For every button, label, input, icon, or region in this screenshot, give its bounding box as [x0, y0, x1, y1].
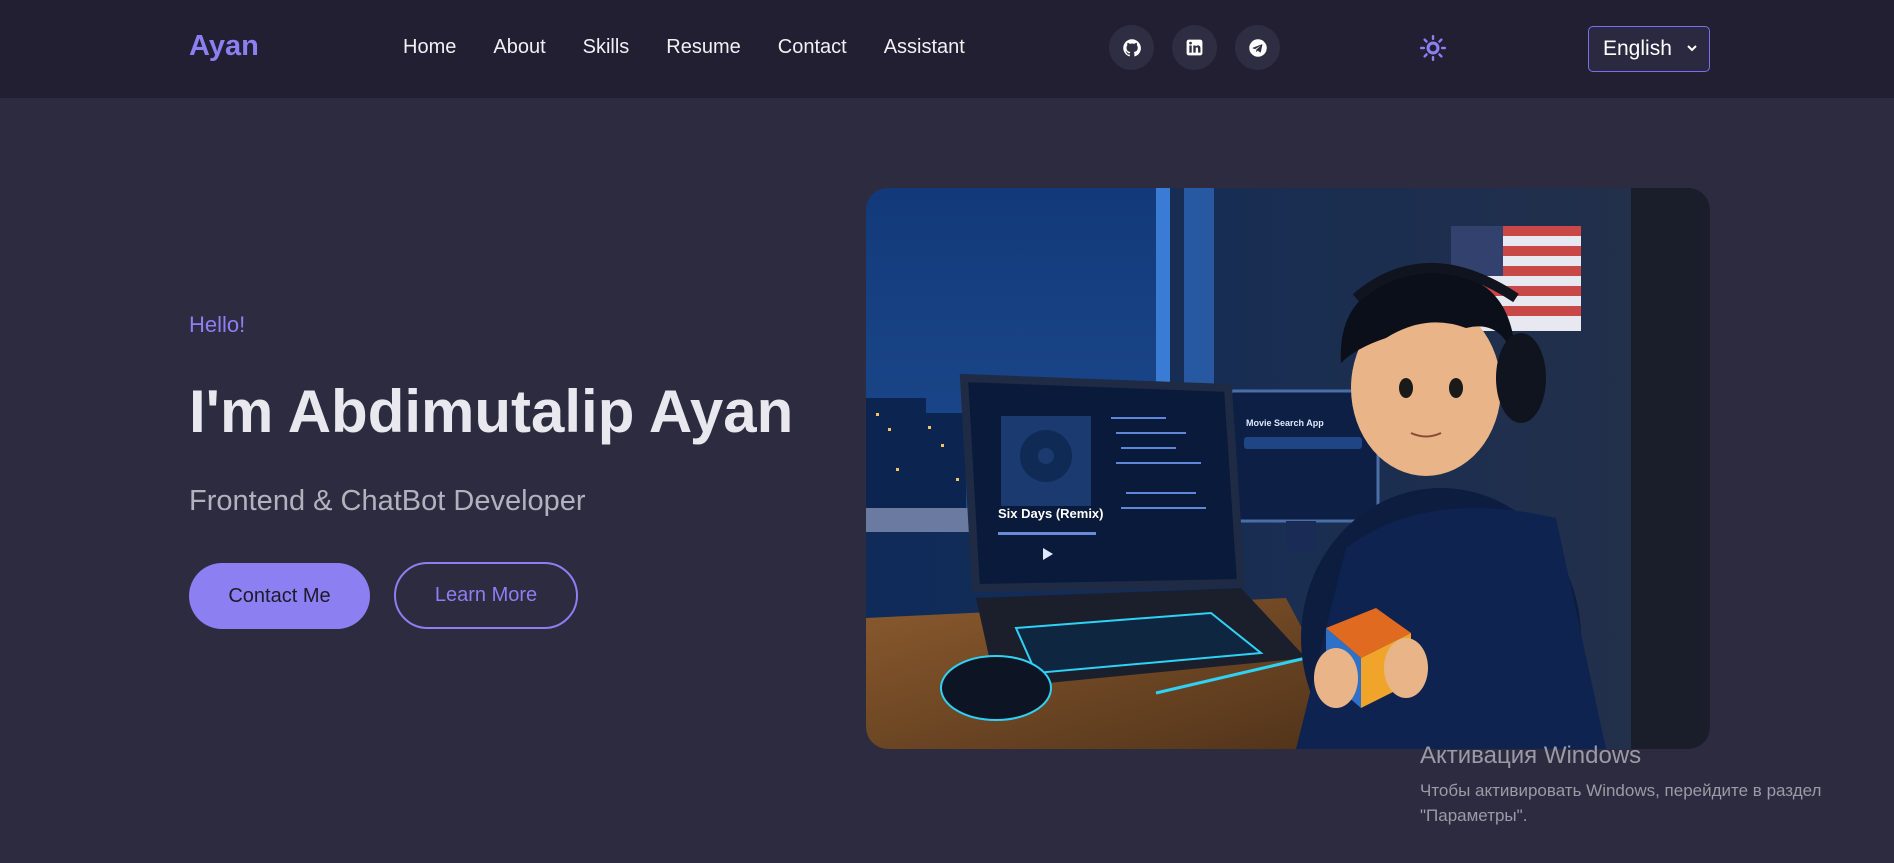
nav-about[interactable]: About	[493, 36, 545, 59]
site-logo[interactable]: Ayan	[189, 30, 259, 63]
telegram-icon	[1248, 38, 1267, 57]
language-value: English	[1603, 37, 1672, 60]
telegram-button[interactable]	[1235, 25, 1280, 70]
site-header: Ayan Home About Skills Resume Contact As…	[0, 0, 1894, 98]
nav-assistant[interactable]: Assistant	[884, 36, 965, 59]
hero-title: I'm Abdimutalip Ayan	[189, 378, 794, 445]
language-select[interactable]: English	[1588, 26, 1710, 72]
monitor-app-title: Movie Search App	[1246, 418, 1324, 428]
developer-illustration: Movie Search App Six Days (Remix)	[866, 188, 1710, 749]
linkedin-icon	[1186, 39, 1203, 56]
watermark-title: Активация Windows	[1420, 742, 1642, 769]
hero-illustration: Movie Search App Six Days (Remix)	[866, 188, 1710, 749]
nav-skills[interactable]: Skills	[583, 36, 630, 59]
nav-resume[interactable]: Resume	[666, 36, 740, 59]
learn-more-button[interactable]: Learn More	[394, 562, 578, 629]
chevron-down-icon	[1687, 45, 1697, 52]
github-button[interactable]	[1109, 25, 1154, 70]
main-nav: Home About Skills Resume Contact Assista…	[403, 36, 1002, 59]
hero-greeting: Hello!	[189, 312, 246, 337]
sun-icon	[1420, 35, 1446, 61]
github-icon	[1122, 38, 1141, 56]
hero-subtitle: Frontend & ChatBot Developer	[189, 485, 586, 517]
music-track-title: Six Days (Remix)	[998, 506, 1104, 521]
theme-toggle[interactable]	[1419, 34, 1447, 62]
nav-contact[interactable]: Contact	[778, 36, 847, 59]
nav-home[interactable]: Home	[403, 36, 456, 59]
contact-me-button[interactable]: Contact Me	[189, 563, 370, 629]
social-links	[1109, 25, 1298, 70]
windows-activation-watermark: Активация Windows Чтобы активировать Win…	[1420, 742, 1880, 828]
linkedin-button[interactable]	[1172, 25, 1217, 70]
watermark-text: Чтобы активировать Windows, перейдите в …	[1420, 781, 1822, 825]
